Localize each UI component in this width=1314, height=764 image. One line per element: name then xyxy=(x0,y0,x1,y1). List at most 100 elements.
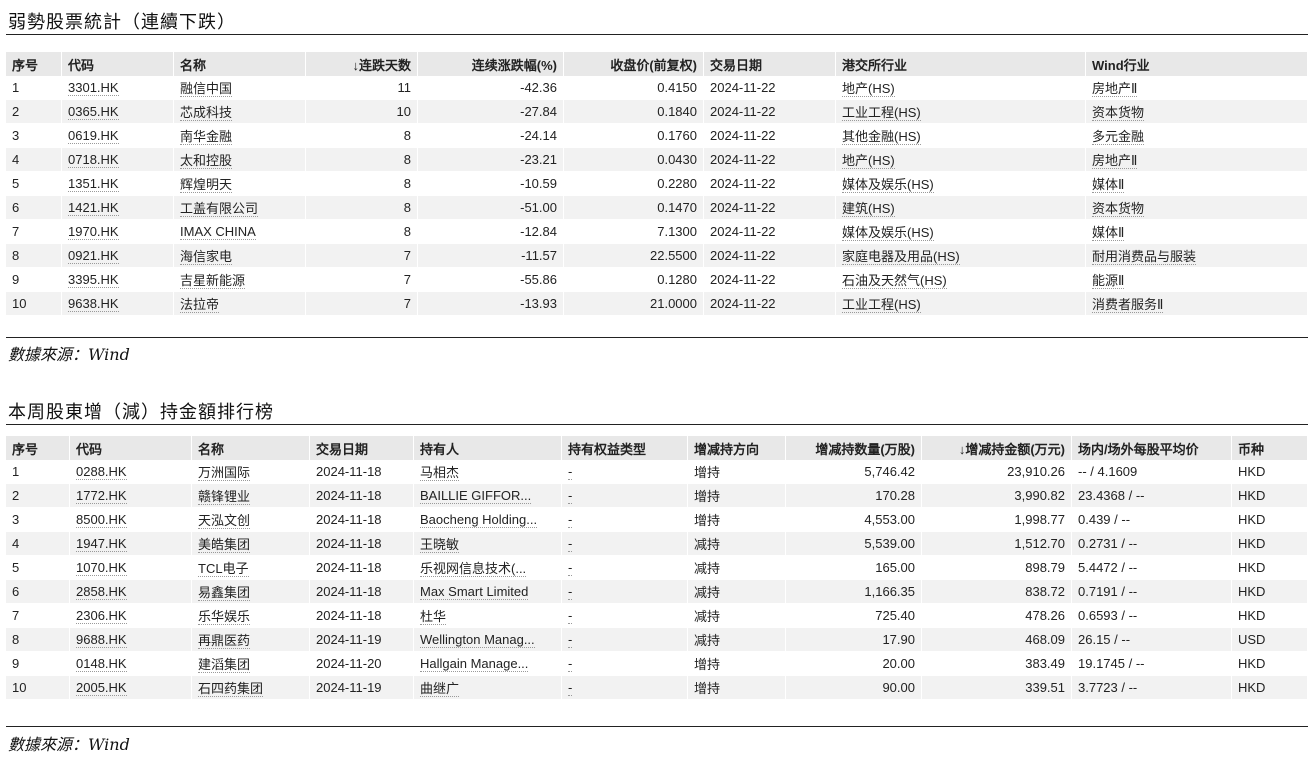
cell-code[interactable]: 8500.HK xyxy=(70,508,192,532)
cell-hkex-industry-link[interactable]: 建筑(HS) xyxy=(842,201,895,217)
cell-equity-type-link[interactable]: - xyxy=(568,536,573,552)
col-header-wind-industry[interactable]: Wind行业 xyxy=(1086,52,1308,76)
col-header-trade-date[interactable]: 交易日期 xyxy=(310,436,414,460)
cell-wind-industry-link[interactable]: 媒体Ⅱ xyxy=(1092,225,1125,241)
cell-holder-link[interactable]: BAILLIE GIFFOR... xyxy=(420,488,532,504)
cell-code-link[interactable]: 0619.HK xyxy=(68,128,119,144)
cell-code-link[interactable]: 0148.HK xyxy=(76,656,127,672)
cell-equity-type-link[interactable]: - xyxy=(568,464,573,480)
cell-code-link[interactable]: 0718.HK xyxy=(68,152,119,168)
cell-wind-industry-link[interactable]: 资本货物 xyxy=(1092,201,1145,217)
cell-hkex-industry[interactable]: 工业工程(HS) xyxy=(836,100,1086,124)
cell-holder[interactable]: 杜华 xyxy=(414,604,562,628)
cell-hkex-industry-link[interactable]: 地产(HS) xyxy=(842,81,895,97)
cell-code[interactable]: 0921.HK xyxy=(62,244,174,268)
table-row[interactable]: 10 9638.HK 法拉帝 7 -13.93 21.0000 2024-11-22 工业工程… xyxy=(6,292,1308,316)
cell-wind-industry-link[interactable]: 消费者服务Ⅱ xyxy=(1092,297,1164,313)
cell-wind-industry-link[interactable]: 媒体Ⅱ xyxy=(1092,177,1125,193)
cell-name[interactable]: 建滔集团 xyxy=(192,652,310,676)
cell-holder-link[interactable]: Hallgain Manage... xyxy=(420,656,529,672)
cell-hkex-industry[interactable]: 家庭电器及用品(HS) xyxy=(836,244,1086,268)
cell-hkex-industry[interactable]: 工业工程(HS) xyxy=(836,292,1086,316)
cell-wind-industry-link[interactable]: 房地产Ⅱ xyxy=(1092,153,1138,169)
cell-code[interactable]: 2306.HK xyxy=(70,604,192,628)
cell-hkex-industry-link[interactable]: 媒体及娱乐(HS) xyxy=(842,177,934,193)
cell-name[interactable]: 再鼎医药 xyxy=(192,628,310,652)
cell-name[interactable]: 辉煌明天 xyxy=(174,172,306,196)
cell-hkex-industry-link[interactable]: 工业工程(HS) xyxy=(842,297,921,313)
cell-hkex-industry[interactable]: 建筑(HS) xyxy=(836,196,1086,220)
cell-code[interactable]: 1772.HK xyxy=(70,484,192,508)
cell-code-link[interactable]: 3301.HK xyxy=(68,80,119,96)
col-header-name[interactable]: 名称 xyxy=(192,436,310,460)
cell-name-link[interactable]: 美皓集团 xyxy=(198,537,251,553)
cell-name[interactable]: 太和控股 xyxy=(174,148,306,172)
cell-name[interactable]: 美皓集团 xyxy=(192,532,310,556)
cell-name[interactable]: 石四药集团 xyxy=(192,676,310,700)
cell-wind-industry-link[interactable]: 资本货物 xyxy=(1092,105,1145,121)
col-header-direction[interactable]: 增减持方向 xyxy=(688,436,786,460)
cell-holder[interactable]: Wellington Manag... xyxy=(414,628,562,652)
cell-holder-link[interactable]: 曲继广 xyxy=(420,681,460,697)
cell-equity-type[interactable]: - xyxy=(562,460,688,484)
cell-code-link[interactable]: 0288.HK xyxy=(76,464,127,480)
cell-holder-link[interactable]: 杜华 xyxy=(420,609,447,625)
cell-hkex-industry[interactable]: 媒体及娱乐(HS) xyxy=(836,172,1086,196)
col-header-code[interactable]: 代码 xyxy=(62,52,174,76)
cell-wind-industry-link[interactable]: 房地产Ⅱ xyxy=(1092,81,1138,97)
cell-code-link[interactable]: 1421.HK xyxy=(68,200,119,216)
cell-code-link[interactable]: 2005.HK xyxy=(76,680,127,696)
cell-wind-industry[interactable]: 媒体Ⅱ xyxy=(1086,172,1308,196)
cell-code-link[interactable]: 9688.HK xyxy=(76,632,127,648)
cell-holder[interactable]: BAILLIE GIFFOR... xyxy=(414,484,562,508)
cell-name-link[interactable]: 法拉帝 xyxy=(180,297,220,313)
cell-equity-type-link[interactable]: - xyxy=(568,608,573,624)
table-row[interactable]: 2 0365.HK 芯成科技 10 -27.84 0.1840 2024-11-22 工业工程… xyxy=(6,100,1308,124)
cell-code-link[interactable]: 2306.HK xyxy=(76,608,127,624)
cell-code-link[interactable]: 1070.HK xyxy=(76,560,127,576)
cell-holder-link[interactable]: Baocheng Holding... xyxy=(420,512,538,528)
table-row[interactable]: 4 0718.HK 太和控股 8 -23.21 0.0430 2024-11-22 地产(HS… xyxy=(6,148,1308,172)
cell-name[interactable]: 芯成科技 xyxy=(174,100,306,124)
cell-code-link[interactable]: 3395.HK xyxy=(68,272,119,288)
cell-code-link[interactable]: 0365.HK xyxy=(68,104,119,120)
cell-equity-type-link[interactable]: - xyxy=(568,632,573,648)
cell-code-link[interactable]: 1947.HK xyxy=(76,536,127,552)
cell-name[interactable]: IMAX CHINA xyxy=(174,220,306,244)
cell-holder[interactable]: 曲继广 xyxy=(414,676,562,700)
cell-holder[interactable]: Hallgain Manage... xyxy=(414,652,562,676)
cell-name-link[interactable]: 易鑫集团 xyxy=(198,585,251,601)
cell-name[interactable]: 融信中国 xyxy=(174,76,306,100)
cell-holder-link[interactable]: 王晓敏 xyxy=(420,537,460,553)
cell-equity-type-link[interactable]: - xyxy=(568,584,573,600)
cell-name-link[interactable]: 万洲国际 xyxy=(198,465,251,481)
cell-hkex-industry-link[interactable]: 家庭电器及用品(HS) xyxy=(842,249,960,265)
col-header-currency[interactable]: 币种 xyxy=(1232,436,1308,460)
table-row[interactable]: 8 0921.HK 海信家电 7 -11.57 22.5500 2024-11-22 家庭电器… xyxy=(6,244,1308,268)
cell-wind-industry[interactable]: 消费者服务Ⅱ xyxy=(1086,292,1308,316)
cell-wind-industry[interactable]: 资本货物 xyxy=(1086,100,1308,124)
table-row[interactable]: 10 2005.HK 石四药集团 2024-11-19 曲继广 - 增持 90.00 339.5… xyxy=(6,676,1308,700)
cell-wind-industry[interactable]: 房地产Ⅱ xyxy=(1086,76,1308,100)
cell-name-link[interactable]: 石四药集团 xyxy=(198,681,264,697)
col-header-index[interactable]: 序号 xyxy=(6,52,62,76)
cell-name[interactable]: 易鑫集团 xyxy=(192,580,310,604)
cell-equity-type[interactable]: - xyxy=(562,532,688,556)
cell-wind-industry-link[interactable]: 多元金融 xyxy=(1092,129,1145,145)
cell-code-link[interactable]: 1970.HK xyxy=(68,224,119,240)
cell-name-link[interactable]: 赣锋锂业 xyxy=(198,489,251,505)
table-row[interactable]: 5 1351.HK 辉煌明天 8 -10.59 0.2280 2024-11-22 媒体及娱乐… xyxy=(6,172,1308,196)
cell-code[interactable]: 9688.HK xyxy=(70,628,192,652)
cell-code-link[interactable]: 1351.HK xyxy=(68,176,119,192)
cell-code-link[interactable]: 0921.HK xyxy=(68,248,119,264)
cell-holder-link[interactable]: 乐视网信息技术(... xyxy=(420,561,527,577)
cell-wind-industry[interactable]: 资本货物 xyxy=(1086,196,1308,220)
table-row[interactable]: 7 2306.HK 乐华娱乐 2024-11-18 杜华 - 减持 725.40 478.26 0… xyxy=(6,604,1308,628)
cell-code[interactable]: 0148.HK xyxy=(70,652,192,676)
cell-equity-type[interactable]: - xyxy=(562,628,688,652)
cell-hkex-industry[interactable]: 其他金融(HS) xyxy=(836,124,1086,148)
col-header-name[interactable]: 名称 xyxy=(174,52,306,76)
table-row[interactable]: 4 1947.HK 美皓集团 2024-11-18 王晓敏 - 减持 5,539.00 1,51… xyxy=(6,532,1308,556)
cell-name-link[interactable]: 建滔集团 xyxy=(198,657,251,673)
table-row[interactable]: 5 1070.HK TCL电子 2024-11-18 乐视网信息技术(... - 减持 165… xyxy=(6,556,1308,580)
